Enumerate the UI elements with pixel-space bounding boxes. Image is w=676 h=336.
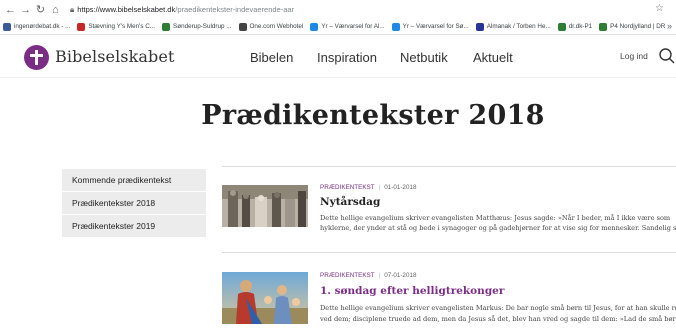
bookmark-favicon-icon: [162, 22, 171, 31]
bookmark-star-icon[interactable]: ☆: [655, 3, 664, 14]
bookmark-favicon-icon: [238, 22, 247, 31]
bookmark-label: Yr – Værvarsel for Al...: [321, 23, 385, 30]
bookmark-item[interactable]: ingenørdebat.dk - ...: [3, 22, 71, 31]
bookmark-item[interactable]: Yr – Værvarsel for Sø...: [391, 22, 469, 31]
bookmark-favicon-icon: [475, 22, 484, 31]
forward-icon[interactable]: →: [19, 4, 32, 16]
bookmark-label: P4 Nordjylland | DR: [610, 23, 666, 30]
article-date: 07-01-2018: [384, 272, 417, 279]
article-title[interactable]: Nytårsdag: [320, 196, 380, 208]
article-thumbnail[interactable]: [222, 185, 308, 227]
nav-item-bibelen[interactable]: Bibelen: [250, 50, 293, 65]
page-title: Prædikentekster 2018: [201, 100, 545, 131]
nav-item-aktuelt[interactable]: Aktuelt: [473, 50, 513, 65]
bookmark-favicon-icon: [310, 22, 319, 31]
bookmark-item[interactable]: One.com Webhotel: [238, 22, 304, 31]
bookmark-item[interactable]: Yr – Værvarsel for Al...: [310, 22, 385, 31]
bookmark-label: One.com Webhotel: [249, 23, 304, 30]
bookmark-item[interactable]: Sønderup-Suldrup ...: [162, 22, 232, 31]
article-meta: PRÆDIKENTEKST | 07-01-2018: [320, 272, 417, 279]
bookmark-favicon-icon: [391, 22, 400, 31]
nav-item-netbutik[interactable]: Netbutik: [400, 50, 448, 65]
article-excerpt-line: Dette hellige evangelium skriver evangel…: [320, 304, 676, 312]
bookmark-label: Sønderup-Suldrup ...: [173, 23, 232, 30]
sidebar-item-kommende[interactable]: Kommende prædikentekst: [62, 169, 206, 191]
bookmark-favicon-icon: [77, 22, 86, 31]
bookmarks-bar: ingenørdebat.dk - ... Stævning Y's Men's …: [0, 19, 676, 35]
bookmark-item[interactable]: dr.dk-P1: [557, 22, 593, 31]
bookmark-label: dr.dk-P1: [568, 23, 593, 30]
article-thumbnail[interactable]: [222, 272, 308, 324]
sidebar-item-2019[interactable]: Prædikentekster 2019: [62, 215, 206, 237]
article-excerpt-line: ved dem; disciplene truede ad dem, men d…: [320, 315, 676, 323]
sidebar-item-2018[interactable]: Prædikentekster 2018: [62, 192, 206, 214]
bookmark-label: ingenørdebat.dk - ...: [14, 23, 71, 30]
article-meta: PRÆDIKENTEKST | 01-01-2018: [320, 184, 417, 191]
bookmarks-more-icon[interactable]: »: [667, 21, 672, 31]
back-icon[interactable]: ←: [4, 4, 17, 16]
nav-item-inspiration[interactable]: Inspiration: [317, 50, 377, 65]
lock-icon: 🔒︎: [70, 4, 75, 14]
divider: [222, 166, 676, 167]
login-link[interactable]: Log ind: [620, 51, 648, 61]
divider: [222, 252, 676, 253]
brand-name[interactable]: Bibelselskabet: [55, 47, 175, 66]
bookmark-label: Stævning Y's Men's C...: [88, 23, 156, 30]
bookmark-item[interactable]: Almanak / Torben He...: [475, 22, 551, 31]
home-icon[interactable]: ⌂: [49, 4, 62, 16]
site-header: Bibelselskabet Bibelen Inspiration Netbu…: [0, 36, 676, 78]
bookmark-favicon-icon: [3, 22, 11, 31]
bookmark-item[interactable]: Stævning Y's Men's C...: [77, 22, 156, 31]
bookmark-label: Yr – Værvarsel for Sø...: [402, 23, 469, 30]
bookmark-label: Almanak / Torben He...: [486, 23, 551, 30]
article-excerpt-line: hyklerne, der ynder at stå og bede i syn…: [320, 224, 676, 232]
bookmark-favicon-icon: [557, 22, 566, 31]
article-title[interactable]: 1. søndag efter helligtrekonger: [320, 285, 504, 297]
article-category[interactable]: PRÆDIKENTEKST: [320, 184, 375, 191]
search-icon[interactable]: [658, 47, 676, 65]
bibelselskabet-logo-icon[interactable]: [24, 45, 49, 70]
article-excerpt-line: Dette hellige evangelium skriver evangel…: [320, 214, 671, 222]
article-category[interactable]: PRÆDIKENTEKST: [320, 272, 375, 279]
browser-toolbar: ← → ↻ ⌂ 🔒︎ https://www.bibelselskabet.dk…: [0, 0, 676, 19]
address-bar[interactable]: https://www.bibelselskabet.dk/praedikent…: [77, 5, 294, 14]
bookmark-item[interactable]: P4 Nordjylland | DR: [599, 22, 666, 31]
bookmark-favicon-icon: [599, 22, 608, 31]
reload-icon[interactable]: ↻: [34, 3, 47, 16]
article-date: 01-01-2018: [384, 184, 417, 191]
